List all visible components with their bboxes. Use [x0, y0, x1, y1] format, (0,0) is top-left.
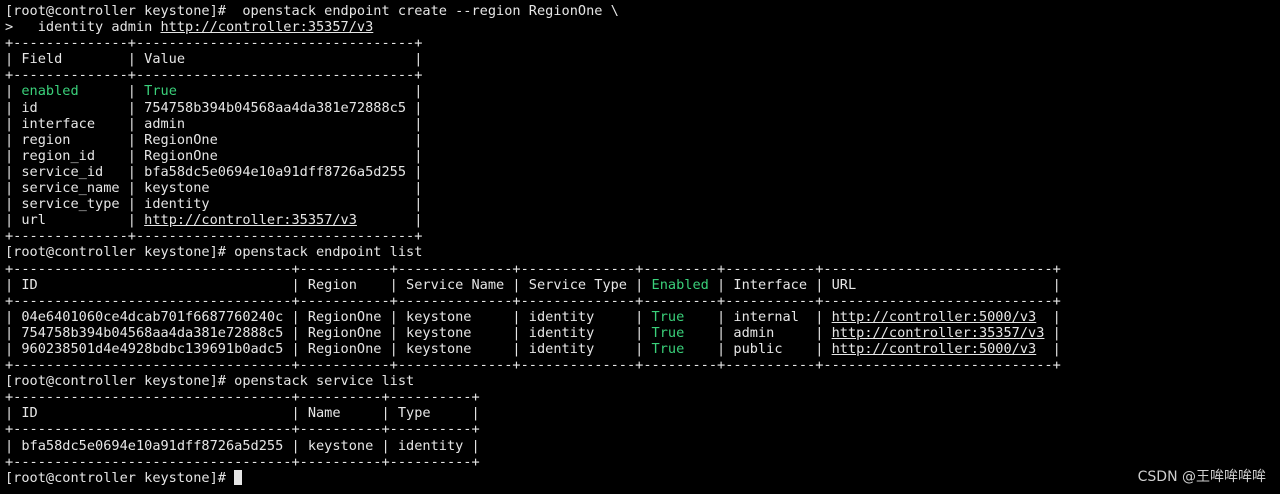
- terminal-text: [root@controller keystone]# openstack en…: [5, 3, 619, 19]
- terminal-text: +----------------------------------+----…: [5, 357, 1061, 374]
- terminal-line: | region_id | RegionOne |: [5, 148, 1061, 164]
- terminal-line: [root@controller keystone]# openstack en…: [5, 3, 1061, 19]
- terminal-line: | ID | Region | Service Name | Service T…: [5, 277, 1061, 293]
- terminal-text: | 960238501d4e4928bdbc139691b0adc5 | Reg…: [5, 340, 652, 357]
- terminal-line: | bfa58dc5e0694e10a91dff8726a5d255 | key…: [5, 438, 1061, 454]
- terminal-text: | public |: [684, 340, 832, 357]
- terminal-text: |: [1036, 308, 1061, 325]
- terminal-line: | enabled | True |: [5, 83, 1061, 99]
- terminal-text: [root@controller keystone]# openstack en…: [5, 244, 423, 261]
- terminal-text: +----------------------------------+----…: [5, 389, 480, 406]
- terminal-text: +--------------+------------------------…: [5, 67, 423, 84]
- terminal-line: +----------------------------------+----…: [5, 389, 1061, 405]
- highlighted-text: True: [651, 340, 685, 357]
- terminal-text: +----------------------------------+----…: [5, 453, 480, 470]
- text-cursor: [234, 469, 243, 485]
- terminal-text: | admin |: [684, 324, 832, 341]
- terminal-text: > identity admin: [5, 19, 161, 36]
- terminal-line: | interface | admin |: [5, 116, 1061, 132]
- terminal-line: | 960238501d4e4928bdbc139691b0adc5 | Reg…: [5, 341, 1061, 357]
- watermark: CSDN @王哞哞哞哞: [1137, 469, 1266, 485]
- terminal-text: | Interface | URL |: [708, 276, 1061, 293]
- terminal-line: +----------------------------------+----…: [5, 421, 1061, 437]
- terminal-text: | 04e6401060ce4dcab701f6687760240c | Reg…: [5, 308, 652, 325]
- terminal-text: |: [5, 83, 22, 100]
- highlighted-text: enabled: [21, 83, 79, 100]
- terminal-text: +----------------------------------+----…: [5, 421, 480, 438]
- highlighted-text: True: [651, 308, 685, 325]
- terminal-text: |: [176, 83, 423, 100]
- url-link[interactable]: http://controller:5000/v3: [832, 341, 1037, 357]
- highlighted-text: True: [144, 83, 177, 100]
- terminal-line: [root@controller keystone]# openstack en…: [5, 244, 1061, 260]
- terminal-line: +----------------------------------+----…: [5, 357, 1061, 373]
- terminal-text: [root@controller keystone]# openstack se…: [5, 373, 415, 390]
- terminal-line: | region | RegionOne |: [5, 132, 1061, 148]
- terminal-line: [root@controller keystone]#: [5, 469, 1061, 486]
- terminal-text: | 754758b394b04568aa4da381e72888c5 | Reg…: [5, 324, 652, 341]
- url-link[interactable]: http://controller:35357/v3: [161, 19, 374, 35]
- terminal-line: +----------------------------------+----…: [5, 261, 1061, 277]
- terminal-text: | interface | admin |: [5, 115, 423, 132]
- terminal-line: | ID | Name | Type |: [5, 405, 1061, 421]
- terminal-line: +--------------+------------------------…: [5, 35, 1061, 51]
- terminal-text: | id | 754758b394b04568aa4da381e72888c5 …: [5, 99, 423, 116]
- terminal-output[interactable]: [root@controller keystone]# openstack en…: [5, 3, 1061, 486]
- url-link[interactable]: http://controller:35357/v3: [832, 325, 1045, 341]
- terminal-text: |: [1036, 340, 1061, 357]
- terminal-text: [root@controller keystone]#: [5, 469, 235, 486]
- terminal-line: +----------------------------------+----…: [5, 293, 1061, 309]
- terminal-text: +--------------+------------------------…: [5, 228, 423, 245]
- terminal-text: | ID | Region | Service Name | Service T…: [5, 276, 652, 293]
- terminal-text: +--------------+------------------------…: [5, 35, 423, 52]
- terminal-text: | ID | Name | Type |: [5, 405, 480, 422]
- terminal-text: |: [1044, 324, 1061, 341]
- terminal-line: +--------------+------------------------…: [5, 67, 1061, 83]
- terminal-line: > identity admin http://controller:35357…: [5, 19, 1061, 35]
- terminal-line: | 754758b394b04568aa4da381e72888c5 | Reg…: [5, 325, 1061, 341]
- terminal-line: | service_type | identity |: [5, 196, 1061, 212]
- terminal-text: |: [78, 83, 145, 100]
- terminal-line: +--------------+------------------------…: [5, 228, 1061, 244]
- terminal-line: | id | 754758b394b04568aa4da381e72888c5 …: [5, 100, 1061, 116]
- highlighted-text: True: [651, 324, 685, 341]
- terminal-text: |: [356, 212, 423, 229]
- terminal-text: | internal |: [684, 308, 832, 325]
- terminal-text: | bfa58dc5e0694e10a91dff8726a5d255 | key…: [5, 437, 480, 454]
- terminal-line: | service_name | keystone |: [5, 180, 1061, 196]
- terminal-text: +----------------------------------+----…: [5, 292, 1061, 309]
- terminal-text: | service_type | identity |: [5, 196, 423, 213]
- highlighted-text: Enabled: [651, 276, 709, 293]
- terminal-line: | Field | Value |: [5, 51, 1061, 67]
- terminal-line: | url | http://controller:35357/v3 |: [5, 212, 1061, 228]
- url-link[interactable]: http://controller:5000/v3: [832, 309, 1037, 325]
- terminal-line: | service_id | bfa58dc5e0694e10a91dff872…: [5, 164, 1061, 180]
- terminal-text: +----------------------------------+----…: [5, 260, 1061, 277]
- terminal-text: | Field | Value |: [5, 51, 423, 68]
- terminal-line: +----------------------------------+----…: [5, 454, 1061, 470]
- terminal-text: | region_id | RegionOne |: [5, 147, 423, 164]
- terminal-line: | 04e6401060ce4dcab701f6687760240c | Reg…: [5, 309, 1061, 325]
- terminal-text: | service_id | bfa58dc5e0694e10a91dff872…: [5, 163, 423, 180]
- terminal-text: | region | RegionOne |: [5, 131, 423, 148]
- terminal-text: | url |: [5, 212, 145, 229]
- terminal-text: | service_name | keystone |: [5, 180, 423, 197]
- url-link[interactable]: http://controller:35357/v3: [144, 212, 357, 228]
- terminal-line: [root@controller keystone]# openstack se…: [5, 373, 1061, 389]
